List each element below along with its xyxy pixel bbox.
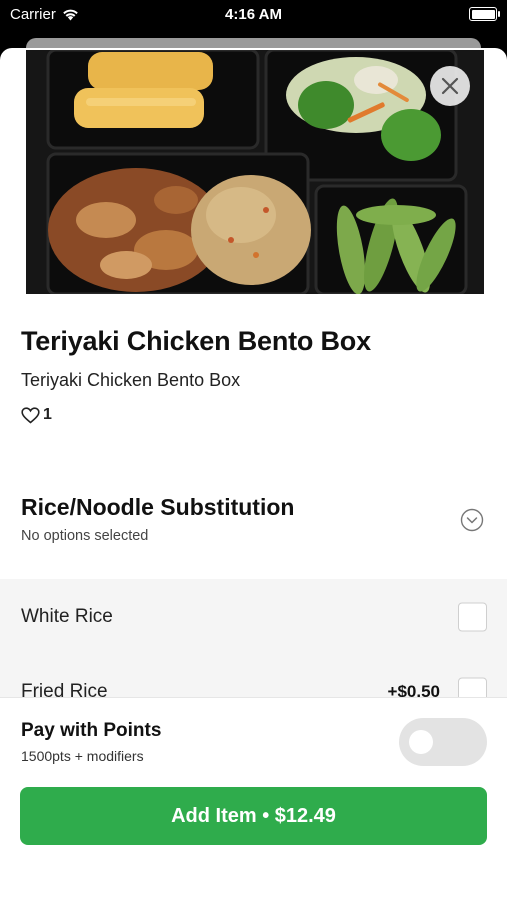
pay-with-points-toggle[interactable] (399, 718, 487, 766)
pay-with-points-subtitle: 1500pts + modifiers (21, 748, 144, 764)
item-detail-sheet: Teriyaki Chicken Bento Box Teriyaki Chic… (0, 48, 507, 900)
modifier-group-title: Rice/Noodle Substitution (21, 494, 295, 520)
status-time: 4:16 AM (225, 6, 282, 23)
close-icon (441, 77, 459, 95)
item-title: Teriyaki Chicken Bento Box (21, 326, 371, 356)
item-description: Teriyaki Chicken Bento Box (21, 370, 241, 390)
toggle-knob (409, 730, 433, 754)
option-checkbox[interactable] (458, 602, 487, 631)
pay-with-points-title: Pay with Points (21, 720, 162, 741)
close-button[interactable] (430, 66, 470, 106)
like-button[interactable]: 1 (21, 406, 52, 424)
option-label: White Rice (21, 605, 113, 627)
status-bar: Carrier 4:16 AM (0, 0, 507, 30)
modifier-group-status: No options selected (21, 528, 149, 544)
battery-icon (469, 7, 500, 21)
add-item-button[interactable]: Add Item • $12.49 (20, 787, 487, 845)
option-row-white-rice[interactable]: White Rice (0, 579, 507, 654)
chevron-down-icon[interactable] (460, 508, 484, 532)
like-count: 1 (43, 406, 52, 423)
heart-icon (21, 406, 40, 424)
item-photo (26, 50, 484, 294)
checkout-footer: Pay with Points 1500pts + modifiers Add … (0, 697, 507, 900)
